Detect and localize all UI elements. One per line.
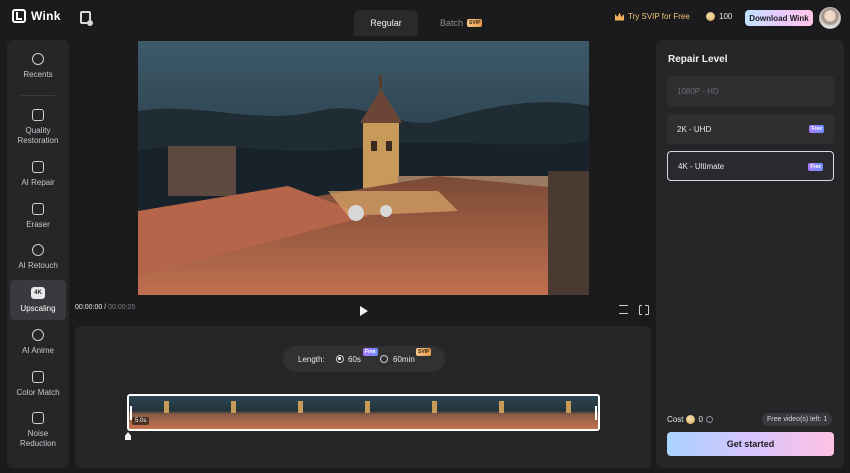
sidebar-item-label: Recents [23,70,53,79]
sidebar-item-eraser[interactable]: Eraser [10,203,66,233]
noise-icon [32,412,44,424]
level-label: 1080P - HD [677,86,719,96]
tool-sidebar: Recents Quality Restoration AI Repair Er… [7,40,69,468]
sidebar-item-label: Noise Reduction [19,429,57,448]
option-60min-label[interactable]: 60min [393,355,415,364]
level-label: 2K - UHD [677,124,712,134]
length-selector: Length: 60s Free 60min SVIP [283,346,445,372]
try-svip-label: Try SVIP for Free [628,12,690,21]
download-wink-button[interactable]: Download Wink [745,10,813,26]
coin-icon [706,12,715,21]
ai-repair-icon [32,161,44,173]
fullscreen-icon[interactable] [639,304,649,315]
playback-time: 00:00:00 / 00:00:05 [75,304,135,311]
retouch-icon [32,244,44,256]
repair-level-title: Repair Level [668,54,728,65]
video-frame-image [138,41,589,295]
sidebar-item-color-match[interactable]: Color Match [10,371,66,401]
clip-duration: 5.0s [132,417,150,425]
compare-icon[interactable] [619,305,628,314]
try-svip-link[interactable]: Try SVIP for Free [615,12,690,21]
color-match-icon [32,371,44,383]
timeline-panel: Length: 60s Free 60min SVIP 5.0s [75,326,651,468]
get-started-button[interactable]: Get started [667,432,834,456]
current-time: 00:00:00 [75,304,103,311]
sidebar-item-ai-anime[interactable]: AI Anime [10,329,66,359]
anime-icon [32,329,44,341]
mode-tabs: Regular Batch SVIP [354,10,498,36]
app-logo[interactable]: Wink [12,9,61,23]
sidebar-item-label: AI Repair [21,178,55,187]
history-icon [32,53,44,65]
sidebar-item-quality-restoration[interactable]: Quality Restoration [10,109,66,149]
sidebar-item-label: Eraser [26,220,50,229]
coin-balance[interactable]: 100 [706,12,732,21]
radio-60min[interactable] [380,355,388,363]
level-label: 4K - Ultimate [678,161,725,171]
4k-icon: 4K [31,287,45,299]
trim-handle-right[interactable] [595,406,597,420]
level-4k-ultimate[interactable]: 4K - Ultimate Free [667,151,834,181]
option-60s-label[interactable]: 60s [348,355,361,364]
free-videos-left: Free video(s) left: 1 [762,413,833,426]
coin-icon [686,415,696,424]
hd-icon [32,109,44,121]
eraser-icon [32,203,44,215]
clip-filmstrip[interactable]: 5.0s [127,394,600,431]
repair-panel: Repair Level 1080P - HD 2K - UHD Free 4K… [656,40,844,468]
tab-regular[interactable]: Regular [354,10,418,36]
play-icon[interactable] [360,306,368,316]
sidebar-item-noise-reduction[interactable]: Noise Reduction [10,412,66,452]
radio-60s[interactable] [336,355,344,363]
sidebar-divider [21,95,55,96]
cost-label: Cost [667,415,684,424]
playhead-marker[interactable] [125,432,131,440]
total-time: 00:00:05 [108,304,136,311]
cost-row: Cost 0 [667,415,713,424]
sidebar-item-label: AI Retouch [18,261,58,270]
svip-badge: SVIP [467,19,483,27]
svip-badge: SVIP [416,348,432,356]
crown-icon [615,12,624,21]
sidebar-item-label: Upscaling [20,304,56,313]
free-badge: Free [809,125,824,133]
cost-value: 0 [698,415,703,424]
level-1080p-hd: 1080P - HD [667,76,834,106]
sidebar-item-recents[interactable]: Recents [10,53,66,87]
sidebar-item-label: Quality Restoration [17,126,59,145]
wink-logo-icon [12,9,26,23]
tab-regular-label: Regular [370,18,402,28]
info-icon[interactable] [705,416,713,423]
sidebar-item-label: AI Anime [21,346,54,355]
tab-batch-label: Batch [440,18,464,28]
length-label: Length: [298,355,325,364]
avatar[interactable] [819,7,841,29]
sidebar-item-label: Color Match [16,388,60,397]
coin-count: 100 [719,12,733,21]
filmstrip-frames [129,396,598,429]
top-bar: Wink Regular Batch SVIP Try SVIP for Fre… [0,0,850,36]
free-badge: Free [363,348,378,356]
level-2k-uhd[interactable]: 2K - UHD Free [667,114,834,144]
file-settings-icon[interactable] [80,11,93,26]
video-preview[interactable] [138,41,589,295]
free-badge: Free [808,163,823,171]
sidebar-item-ai-retouch[interactable]: AI Retouch [10,244,66,276]
sidebar-item-upscaling[interactable]: 4K Upscaling [10,280,66,320]
tab-batch[interactable]: Batch SVIP [424,10,498,36]
sidebar-item-ai-repair[interactable]: AI Repair [10,161,66,191]
app-name: Wink [31,9,61,23]
